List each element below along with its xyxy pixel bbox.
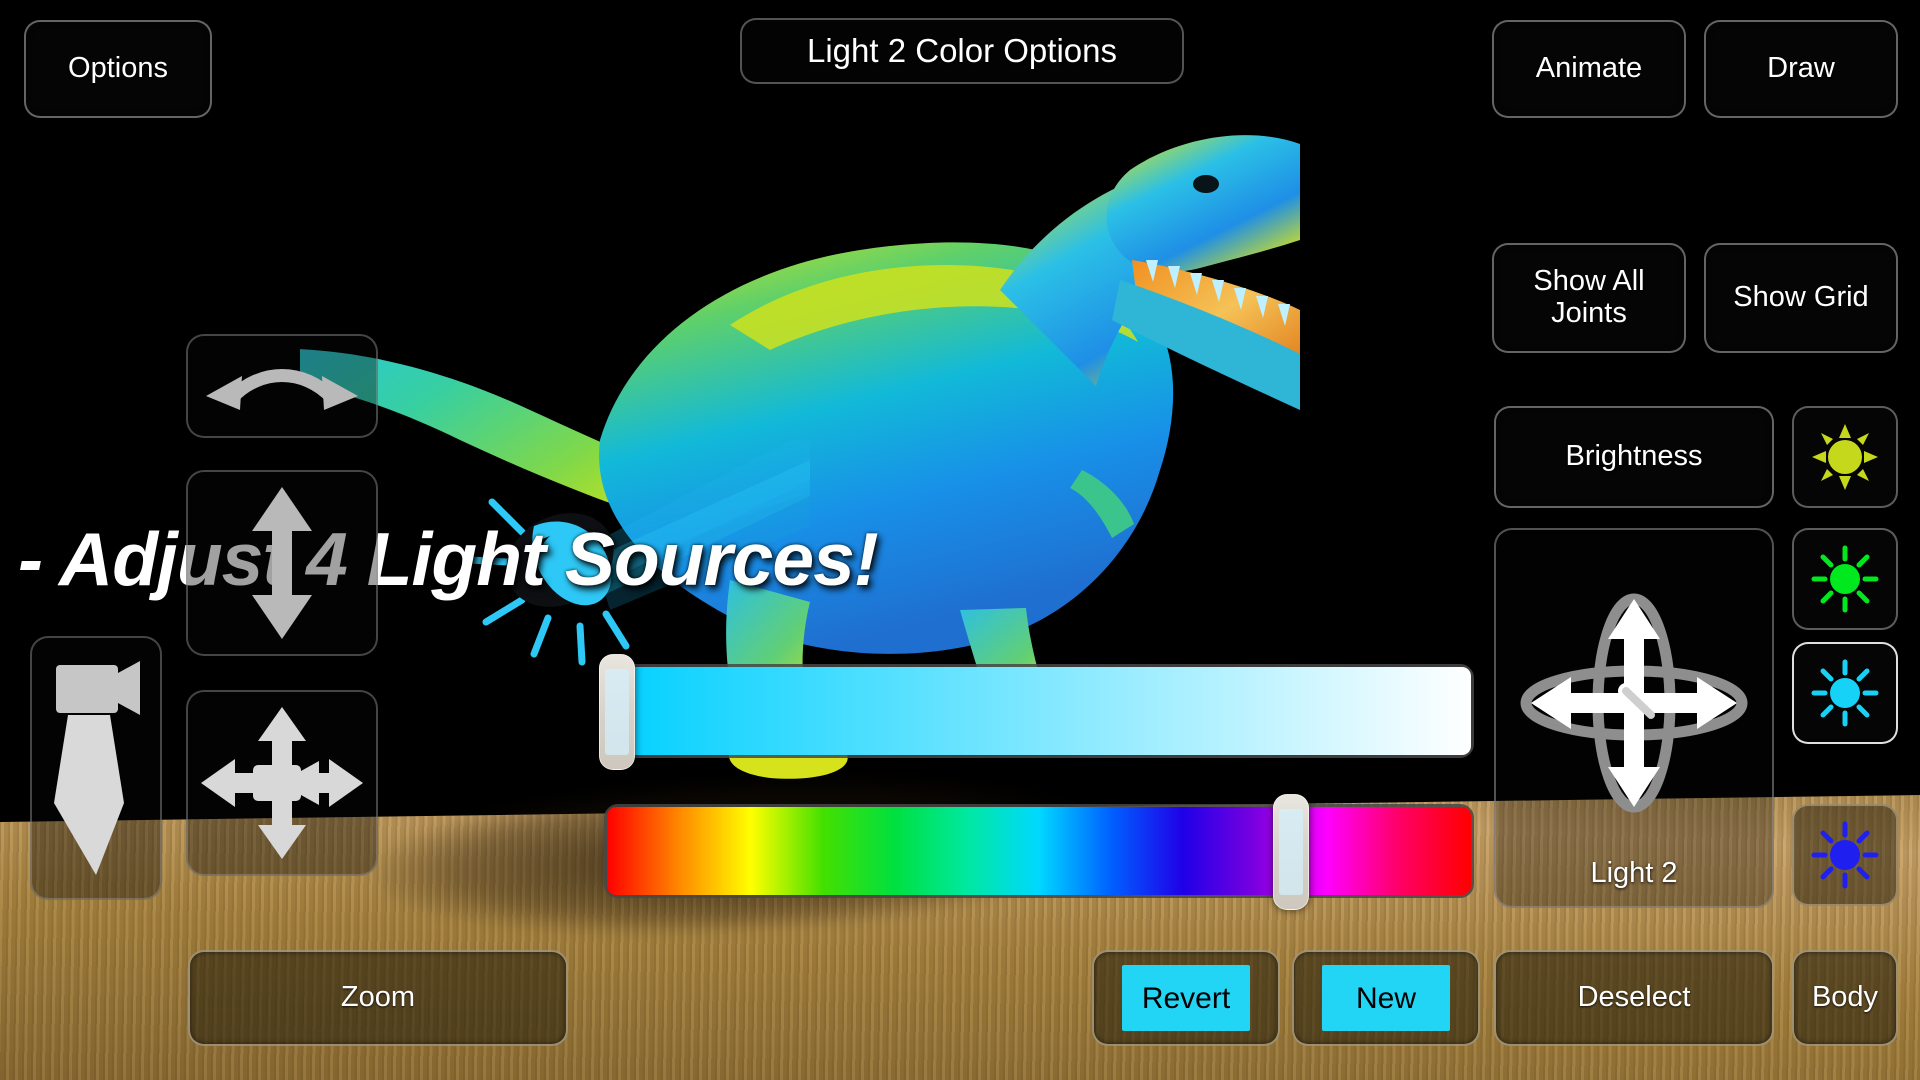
new-button[interactable]: New [1292,950,1480,1046]
revert-label: Revert [1141,981,1231,1015]
show-grid-button[interactable]: Show Grid [1704,243,1898,353]
light-1-sun-button[interactable] [1792,406,1898,508]
vertical-rotate-control[interactable] [186,470,378,656]
sun-icon [1811,659,1879,727]
options-button[interactable]: Options [24,20,212,118]
options-button-label: Options [68,52,168,85]
body-button[interactable]: Body [1792,950,1898,1046]
brightness-slider[interactable] [598,654,1474,770]
revert-color-swatch: Revert [1122,965,1250,1031]
camera-down-arrow-icon [54,661,140,875]
light-2-sun-button[interactable] [1792,528,1898,630]
page-title-text: Light 2 Color Options [806,32,1117,69]
show-all-joints-button[interactable]: Show All Joints [1492,243,1686,353]
promo-overlay-text: - Adjust 4 Light Sources! [18,517,879,601]
hue-slider[interactable] [604,794,1474,910]
deselect-label: Deselect [1577,981,1691,1014]
sun-icon [1811,545,1879,613]
brightness-button[interactable]: Brightness [1494,406,1774,508]
app-root: - Adjust 4 Light Sources! Options Light … [0,0,1920,1080]
new-label: New [1355,981,1416,1015]
body-label: Body [1811,981,1879,1014]
camera-pan-arrows-icon [201,707,363,859]
deselect-button[interactable]: Deselect [1494,950,1774,1046]
brightness-label: Brightness [1565,440,1703,473]
light-4-sun-button[interactable] [1792,804,1898,906]
sun-icon [1812,424,1878,490]
animate-button-label: Animate [1535,52,1643,85]
zoom-label: Zoom [340,981,416,1014]
light-gizmo-label: Light 2 [1590,857,1678,889]
sun-icon [1811,821,1879,889]
vertical-arrows-icon [252,487,312,639]
page-title: Light 2 Color Options [740,18,1184,84]
show-all-joints-label: Show All Joints [1533,265,1645,329]
draw-button[interactable]: Draw [1704,20,1898,118]
revert-button[interactable]: Revert [1092,950,1280,1046]
show-grid-label: Show Grid [1733,281,1869,314]
brightness-slider-track [607,667,1471,755]
rotate-orbit-icon [1520,593,1748,813]
animate-button[interactable]: Animate [1492,20,1686,118]
brightness-slider-thumb[interactable] [598,654,635,770]
camera-height-control[interactable] [30,636,162,900]
draw-button-label: Draw [1767,52,1835,85]
camera-pan-control[interactable] [186,690,378,876]
light-rotation-gizmo-panel[interactable]: Light 2 [1494,528,1774,908]
rotate-arc-icon [206,369,358,410]
new-color-swatch: New [1322,965,1450,1031]
hue-slider-thumb[interactable] [1272,794,1309,910]
zoom-button[interactable]: Zoom [188,950,568,1046]
light-3-sun-button[interactable] [1792,642,1898,744]
rotate-horizontal-control[interactable] [186,334,378,438]
hue-slider-track [607,807,1471,895]
